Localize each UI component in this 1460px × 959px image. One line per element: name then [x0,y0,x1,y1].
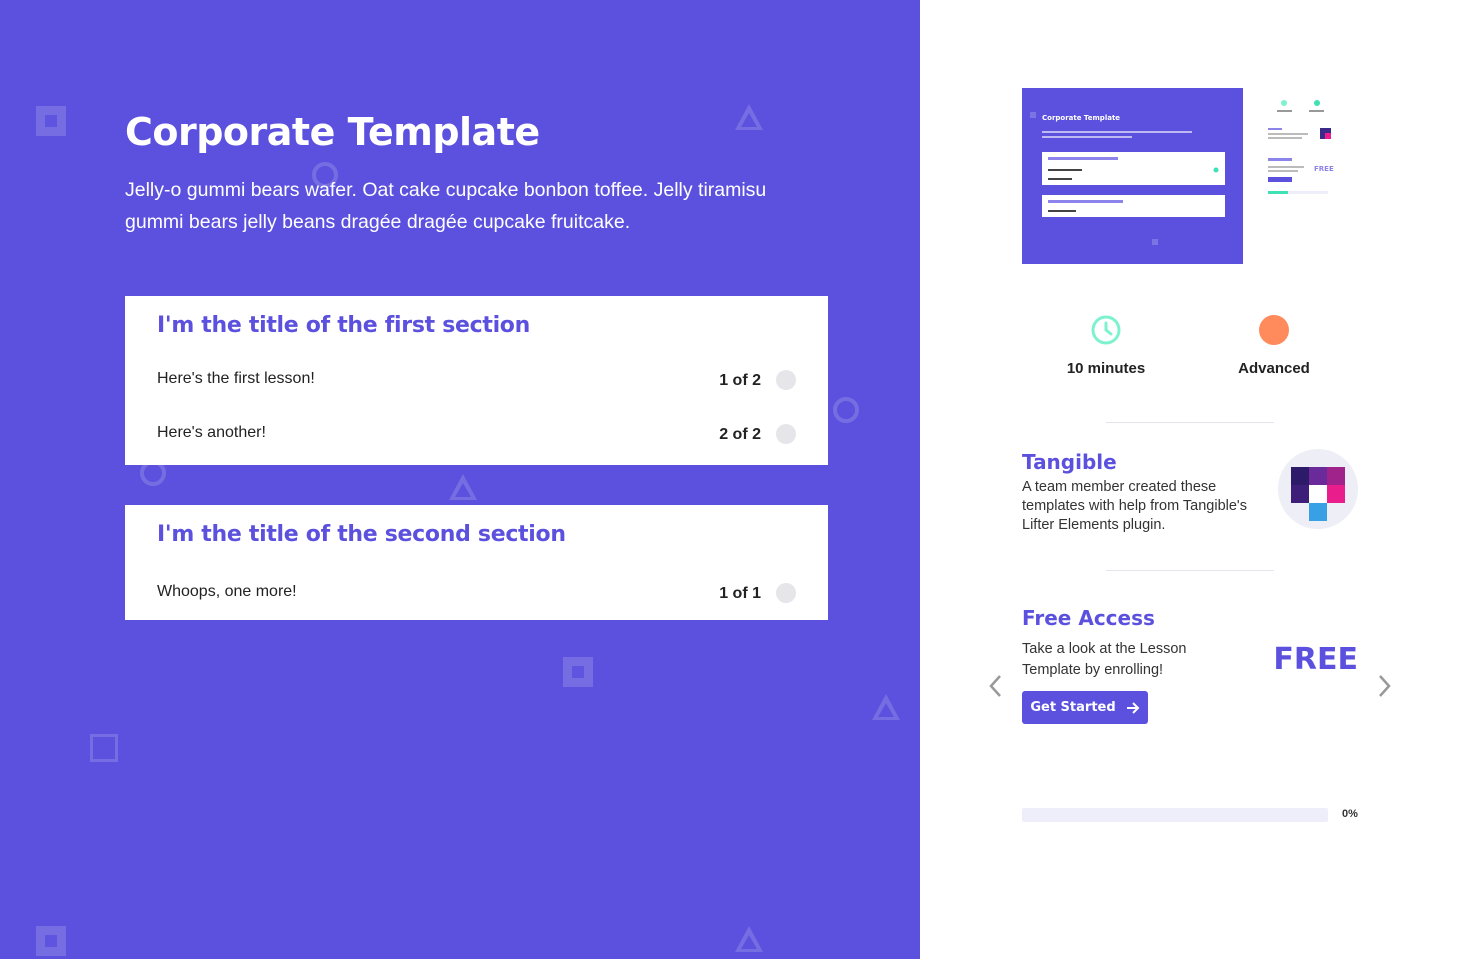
access-title: Free Access [1022,606,1155,630]
course-title: Corporate Template [125,110,540,154]
lesson-title[interactable]: Here's another! [157,424,266,442]
get-started-label: Get Started [1030,700,1116,715]
lesson-count: 1 of 1 [719,585,761,602]
price-label: FREE [1273,642,1358,677]
decor-square-outline-icon [90,734,118,762]
access-description: Take a look at the Lesson Template by en… [1022,641,1187,678]
tangible-logo [1291,467,1345,521]
section-card: I'm the title of the second section Whoo… [125,505,828,620]
meta-difficulty: Advanced [1214,314,1334,377]
lesson-status-icon [776,370,796,390]
meta-duration: 10 minutes [1046,314,1166,377]
chevron-left-icon [989,675,1001,697]
get-started-button[interactable]: Get Started [1022,691,1148,724]
decor-triangle-icon [872,694,900,720]
course-preview-thumbnail: FREE Corporate Template [1022,88,1358,264]
decor-square-icon [563,657,593,687]
lesson-row[interactable]: Whoops, one more! 1 of 1 [157,579,796,609]
decor-triangle-icon [449,474,477,500]
lesson-row[interactable]: Here's another! 2 of 2 [157,420,796,450]
course-description: Jelly-o gummi bears wafer. Oat cake cupc… [125,179,767,233]
thumbnail-title: Corporate Template [1042,114,1120,122]
progress-label: 0% [1342,808,1358,820]
duration-label: 10 minutes [1066,360,1146,377]
lesson-row[interactable]: Here's the first lesson! 1 of 2 [157,366,796,396]
divider [1106,570,1274,571]
decor-square-icon [36,106,66,136]
decor-triangle-icon [735,926,763,952]
lesson-count: 1 of 2 [719,372,761,389]
decor-square-icon [36,926,66,956]
thumbnail-image: FREE Corporate Template [1022,88,1358,264]
divider [1106,422,1274,423]
lesson-status-icon [776,583,796,603]
lesson-status-icon [776,424,796,444]
carousel-next-button[interactable] [1374,672,1394,700]
section-title: I'm the title of the second section [157,522,566,547]
lesson-title[interactable]: Whoops, one more! [157,583,297,601]
lesson-title[interactable]: Here's the first lesson! [157,370,315,388]
carousel-prev-button[interactable] [986,672,1006,700]
difficulty-dot-icon [1259,315,1289,345]
clock-icon [1091,315,1121,345]
progress-bar [1022,808,1328,822]
arrow-right-icon [1126,701,1140,714]
section-title: I'm the title of the first section [157,313,530,338]
thumbnail-price: FREE [1314,165,1334,173]
difficulty-label: Advanced [1238,360,1310,377]
section-card: I'm the title of the first section Here'… [125,296,828,465]
decor-circle-icon [833,397,859,423]
course-overview-panel: Corporate Template Jelly-o gummi bears w… [0,0,920,959]
chevron-right-icon [1379,675,1391,697]
author-name: Tangible [1022,450,1117,474]
decor-triangle-icon [735,104,763,130]
tangible-logo-icon [1278,449,1358,529]
lesson-count: 2 of 2 [719,426,761,443]
author-bio: A team member created these templates wi… [1022,479,1247,533]
